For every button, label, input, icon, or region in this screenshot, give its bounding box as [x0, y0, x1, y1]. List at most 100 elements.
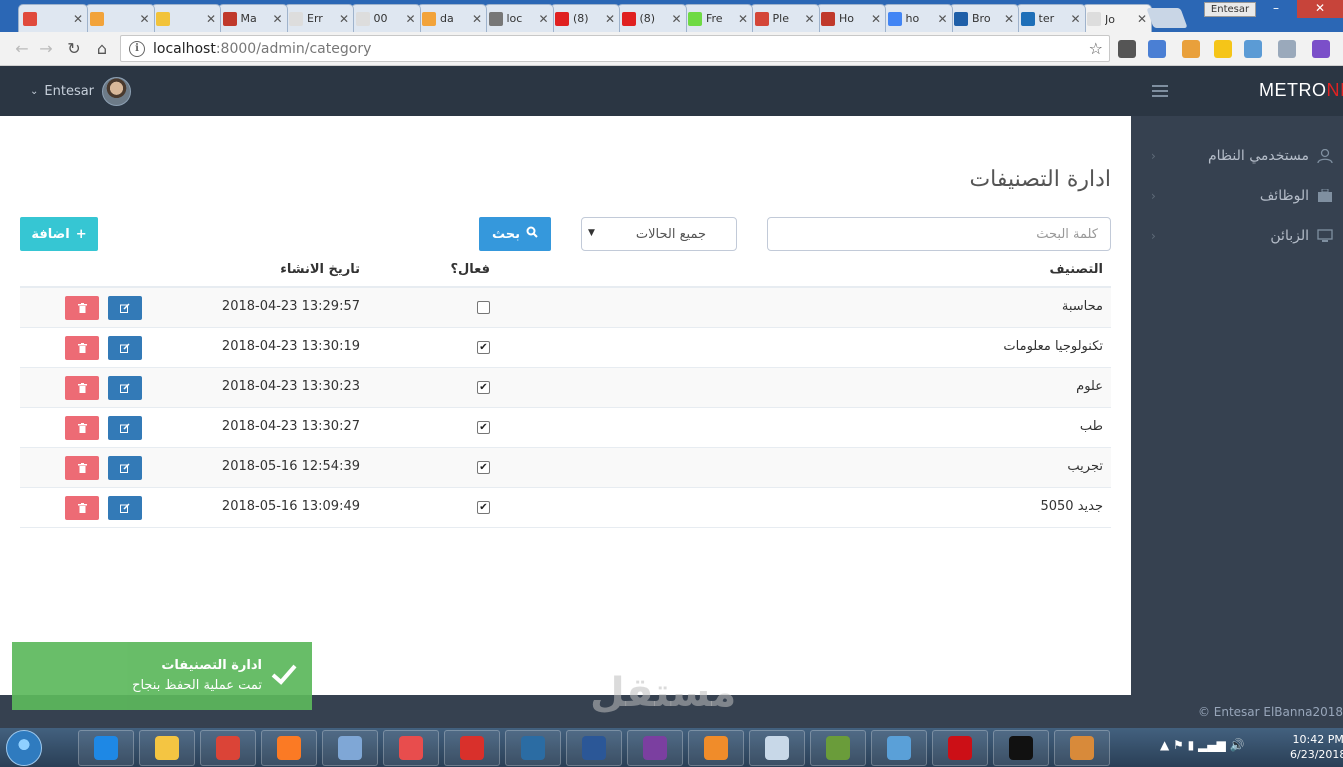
tab-close-icon[interactable]: ✕ [937, 12, 947, 26]
keep-extension-icon[interactable] [1214, 40, 1232, 58]
edit-button[interactable] [108, 456, 142, 480]
tab-close-icon[interactable]: ✕ [671, 12, 681, 26]
close-window-icon[interactable]: ✕ [1297, 0, 1343, 18]
user-menu[interactable]: ⌄ Entesar [30, 66, 132, 116]
translate-extension-icon[interactable] [1148, 40, 1166, 58]
taskbar-app-app13[interactable] [810, 730, 866, 766]
taskbar-app-app11[interactable] [688, 730, 744, 766]
active-checkbox[interactable]: ✔ [477, 501, 490, 514]
screenshot-extension-icon[interactable] [1244, 40, 1262, 58]
browser-tab[interactable]: ho ✕ [882, 4, 953, 32]
sidebar-item-customers[interactable]: الزبائن ‹ [1131, 216, 1343, 256]
taskbar-app-app17[interactable] [1054, 730, 1110, 766]
delete-button[interactable] [65, 416, 99, 440]
url-field[interactable]: i localhost:8000/admin/category ☆ [120, 35, 1110, 62]
tab-close-icon[interactable]: ✕ [1004, 12, 1014, 26]
reload-icon[interactable]: ↻ [64, 39, 84, 59]
browser-tab[interactable]: (8) ✕ [550, 4, 620, 32]
browser-tab[interactable]: da ✕ [417, 4, 487, 32]
browser-tab[interactable]: Err ✕ [284, 4, 354, 32]
taskbar-app-pdf[interactable] [444, 730, 500, 766]
tab-close-icon[interactable]: ✕ [871, 12, 881, 26]
start-button[interactable] [6, 730, 42, 766]
active-checkbox[interactable]: ✔ [477, 381, 490, 394]
drive-extension-icon[interactable] [1182, 40, 1200, 58]
taskbar-app-app14[interactable] [871, 730, 927, 766]
sidebar-item-jobs[interactable]: الوظائف ‹ [1131, 176, 1343, 216]
active-checkbox[interactable]: ✔ [477, 421, 490, 434]
logo[interactable]: METRONIC [1259, 80, 1343, 101]
delete-button[interactable] [65, 296, 99, 320]
back-icon[interactable]: ← [12, 39, 32, 59]
browser-tab[interactable]: Ple ✕ [749, 4, 820, 32]
edit-button[interactable] [108, 496, 142, 520]
minimize-icon[interactable]: – [1262, 0, 1290, 18]
new-tab-button[interactable] [1146, 8, 1188, 28]
browser-tab[interactable]: Jo ✕ [1082, 4, 1152, 33]
tab-close-icon[interactable]: ✕ [272, 12, 282, 26]
taskbar-app-app8[interactable] [505, 730, 561, 766]
tab-close-icon[interactable]: ✕ [738, 12, 748, 26]
taskbar-app-app12[interactable] [749, 730, 805, 766]
extension-icon[interactable] [1118, 40, 1136, 58]
site-info-icon[interactable]: i [129, 40, 145, 57]
pen-extension-icon[interactable] [1312, 40, 1330, 58]
delete-button[interactable] [65, 456, 99, 480]
profile-button[interactable]: Entesar [1204, 2, 1256, 17]
active-checkbox[interactable]: ✔ [477, 461, 490, 474]
browser-tab[interactable]: ✕ [18, 4, 88, 32]
browser-tab[interactable]: (8) ✕ [616, 4, 687, 32]
delete-button[interactable] [65, 376, 99, 400]
search-input[interactable] [767, 217, 1111, 251]
tab-close-icon[interactable]: ✕ [605, 12, 615, 26]
active-checkbox[interactable]: ✔ [477, 341, 490, 354]
tab-close-icon[interactable]: ✕ [472, 12, 482, 26]
browser-tab[interactable]: loc ✕ [483, 4, 554, 32]
taskbar-app-ie[interactable] [78, 730, 134, 766]
tab-close-icon[interactable]: ✕ [405, 12, 415, 26]
taskbar-app-app6[interactable] [383, 730, 439, 766]
browser-tab[interactable]: Fre ✕ [683, 4, 753, 32]
success-toast[interactable]: ادارة التصنيفات تمت عملية الحفظ بنجاح [12, 642, 312, 710]
tab-close-icon[interactable]: ✕ [804, 12, 814, 26]
browser-tab[interactable]: Bro ✕ [949, 4, 1019, 32]
tab-close-icon[interactable]: ✕ [1070, 12, 1080, 26]
delete-button[interactable] [65, 496, 99, 520]
tab-close-icon[interactable]: ✕ [339, 12, 349, 26]
home-icon[interactable]: ⌂ [92, 39, 112, 59]
taskbar-app-chrome[interactable] [200, 730, 256, 766]
taskbar-app-explorer[interactable] [139, 730, 195, 766]
taskbar-app-xampp[interactable] [261, 730, 317, 766]
taskbar-app-jc[interactable] [322, 730, 378, 766]
browser-tab[interactable]: ter ✕ [1015, 4, 1086, 32]
sidebar-item-system-users[interactable]: مستخدمي النظام ‹ [1131, 136, 1343, 176]
browser-tab[interactable]: Ho ✕ [816, 4, 886, 32]
edit-button[interactable] [108, 296, 142, 320]
tab-close-icon[interactable]: ✕ [139, 12, 149, 26]
browser-tab[interactable]: ✕ [151, 4, 221, 32]
browser-tab[interactable]: Ma ✕ [217, 4, 288, 32]
clock[interactable]: 10:42 PM 6/23/2018 [1290, 732, 1343, 762]
edit-button[interactable] [108, 336, 142, 360]
taskbar-app-media[interactable] [627, 730, 683, 766]
menu-toggle-icon[interactable] [1152, 85, 1168, 97]
bookmark-star-icon[interactable]: ☆ [1089, 39, 1103, 58]
taskbar-app-word[interactable] [566, 730, 622, 766]
browser-tab[interactable]: 00 ✕ [350, 4, 421, 32]
add-button[interactable]: + اضافة [20, 217, 98, 251]
tab-close-icon[interactable]: ✕ [538, 12, 548, 26]
tab-close-icon[interactable]: ✕ [73, 12, 83, 26]
system-tray[interactable]: ▲ ⚑ ▮ ▂▄▆ 🔊 [1160, 738, 1244, 752]
search-button[interactable]: بحث [479, 217, 551, 251]
browser-tab[interactable]: ✕ [84, 4, 155, 32]
taskbar-app-cmd[interactable] [993, 730, 1049, 766]
dropbox-extension-icon[interactable] [1278, 40, 1296, 58]
tab-close-icon[interactable]: ✕ [1137, 12, 1147, 26]
delete-button[interactable] [65, 336, 99, 360]
edit-button[interactable] [108, 416, 142, 440]
tab-close-icon[interactable]: ✕ [206, 12, 216, 26]
status-select[interactable]: جميع الحالات ▼ [581, 217, 737, 251]
edit-button[interactable] [108, 376, 142, 400]
active-checkbox[interactable] [477, 301, 490, 314]
taskbar-app-opera[interactable] [932, 730, 988, 766]
